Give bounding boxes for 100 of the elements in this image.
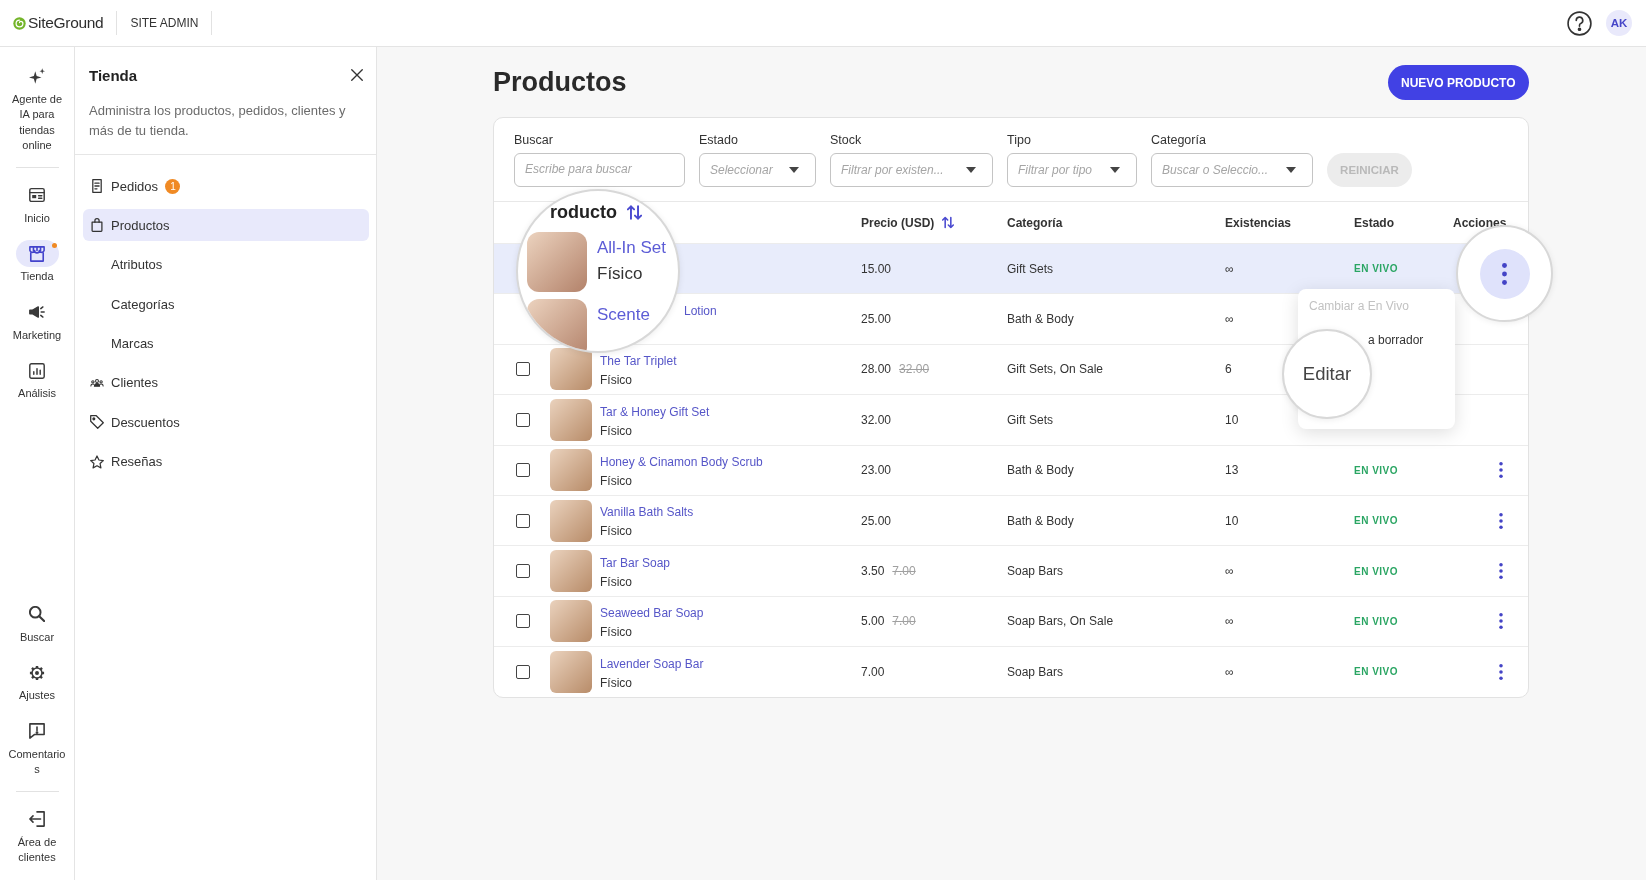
- old-price-text: 7.00: [892, 614, 916, 629]
- category-text: Bath & Body: [1007, 312, 1074, 327]
- product-photo: [550, 600, 592, 643]
- sort-icon[interactable]: [627, 203, 642, 221]
- stock-text: ∞: [1225, 614, 1234, 629]
- column-header: Existencias: [1225, 215, 1292, 230]
- nav-rail-item[interactable]: Área de clientes: [8, 798, 66, 873]
- stock-text: 13: [1225, 463, 1239, 478]
- kebab-menu-icon: [1499, 663, 1503, 680]
- status-label: EN VIVO: [1354, 666, 1399, 678]
- category-text: Bath & Body: [1007, 513, 1074, 528]
- product-type-text: Físico: [597, 263, 643, 285]
- checkbox[interactable]: [516, 664, 530, 679]
- sidebar-item[interactable]: Descuentos: [83, 406, 369, 439]
- nav-rail-item[interactable]: Tienda: [8, 233, 66, 292]
- sidebar-item[interactable]: Productos: [83, 209, 369, 242]
- price-text: 7.00: [861, 664, 885, 679]
- status-label: EN VIVO: [1354, 615, 1399, 627]
- old-price-text: 32.00: [899, 362, 930, 377]
- product-name-link[interactable]: Lavender Soap Bar: [600, 656, 704, 671]
- product-name-link[interactable]: Seaweed Bar Soap: [600, 606, 704, 621]
- search-field[interactable]: Escribe para buscar: [514, 153, 685, 187]
- price-text: 3.50: [861, 564, 885, 579]
- sidebar-item[interactable]: Reseñas: [83, 445, 369, 478]
- close-icon[interactable]: [350, 69, 363, 81]
- product-type-text: Físico: [600, 423, 632, 438]
- checkbox[interactable]: [516, 513, 530, 528]
- nav-rail-item[interactable]: Inicio: [8, 174, 66, 233]
- caret-icon: [966, 167, 976, 173]
- field-label: Buscar: [514, 132, 554, 148]
- stock-text: ∞: [1225, 664, 1234, 679]
- user-avatar[interactable]: AK: [1606, 10, 1632, 36]
- column-header[interactable]: Precio (USD): [861, 215, 935, 230]
- old-price-text: 7.00: [892, 564, 916, 579]
- sort-icon[interactable]: [942, 216, 955, 229]
- tag-icon: [89, 415, 104, 430]
- star-icon: [89, 454, 104, 469]
- feedback-icon: [29, 723, 45, 739]
- help-icon[interactable]: [1567, 10, 1592, 36]
- status-label: EN VIVO: [1354, 515, 1399, 527]
- stock-text: 10: [1225, 513, 1239, 528]
- column-header: Categoría: [1007, 215, 1063, 230]
- sidebar-item[interactable]: Marcas: [83, 327, 369, 360]
- page-title: Productos: [493, 67, 627, 98]
- product-type-text: Físico: [600, 373, 632, 388]
- price-text: 15.00: [861, 261, 892, 276]
- checkbox[interactable]: [516, 614, 530, 629]
- column-header: Estado: [1354, 215, 1394, 230]
- field-label: Tipo: [1007, 132, 1032, 148]
- price-text: 5.00: [861, 614, 885, 629]
- product-name-link[interactable]: All-In Set: [597, 237, 666, 259]
- category-text: Soap Bars: [1007, 564, 1064, 579]
- new-product-button[interactable]: NUEVO PRODUCTO: [1387, 65, 1529, 100]
- column-header[interactable]: roducto: [550, 201, 617, 223]
- nav-rail-item[interactable]: Agente de IA para tiendas online: [8, 55, 66, 161]
- category-text: Gift Sets: [1007, 261, 1053, 276]
- product-name-link[interactable]: Tar Bar Soap: [600, 555, 671, 570]
- kebab-menu-icon: [1499, 512, 1503, 529]
- kebab-menu-icon: [1499, 613, 1503, 630]
- price-text: 32.00: [861, 412, 892, 427]
- category-text: Soap Bars: [1007, 664, 1064, 679]
- product-type-text: Físico: [600, 474, 632, 489]
- product-name-link[interactable]: Vanilla Bath Salts: [600, 505, 694, 520]
- nav-rail-item[interactable]: Comentarios: [8, 710, 66, 785]
- sidebar-item[interactable]: Categorías: [83, 288, 369, 321]
- nav-rail-item[interactable]: Análisis: [8, 350, 66, 409]
- product-name-link[interactable]: Tar & Honey Gift Set: [600, 404, 710, 419]
- checkbox[interactable]: [516, 412, 530, 427]
- menu-item[interactable]: a borrador: [1368, 333, 1424, 347]
- checkbox[interactable]: [516, 362, 530, 377]
- stock-text: ∞: [1225, 261, 1234, 276]
- panel-title: Tienda: [89, 66, 138, 84]
- field-label: Categoría: [1151, 132, 1207, 148]
- sidebar-item[interactable]: Clientes: [83, 366, 369, 399]
- stock-text: 6: [1225, 362, 1232, 377]
- category-text: Soap Bars, On Sale: [1007, 614, 1114, 629]
- product-name-link[interactable]: Honey & Cinamon Body Scrub: [600, 455, 763, 470]
- sidebar-item[interactable]: Pedidos 1: [83, 170, 369, 202]
- product-name-link[interactable]: The Tar Triplet: [600, 354, 677, 369]
- caret-icon: [1110, 167, 1120, 173]
- product-type-text: Físico: [600, 625, 632, 640]
- product-name-link[interactable]: Lotion: [684, 303, 717, 318]
- nav-rail-item[interactable]: Marketing: [8, 291, 66, 350]
- sidebar-item[interactable]: Atributos: [83, 248, 369, 281]
- nav-rail-item[interactable]: Ajustes: [8, 652, 66, 711]
- product-type-text: Físico: [600, 675, 632, 690]
- caret-icon: [1286, 167, 1296, 173]
- field-label: Estado: [699, 132, 739, 148]
- stock-text: ∞: [1225, 312, 1234, 327]
- product-photo: [550, 550, 592, 593]
- category-text: Gift Sets, On Sale: [1007, 362, 1104, 377]
- category-text: Bath & Body: [1007, 463, 1074, 478]
- menu-item[interactable]: Editar: [1302, 363, 1352, 385]
- nav-rail-item[interactable]: Buscar: [8, 593, 66, 652]
- order-count-badge: 1: [165, 178, 181, 194]
- product-photo: [550, 348, 592, 391]
- checkbox[interactable]: [516, 564, 530, 579]
- checkbox[interactable]: [516, 463, 530, 478]
- product-photo: [527, 299, 587, 351]
- product-name-link[interactable]: Scente: [597, 304, 650, 326]
